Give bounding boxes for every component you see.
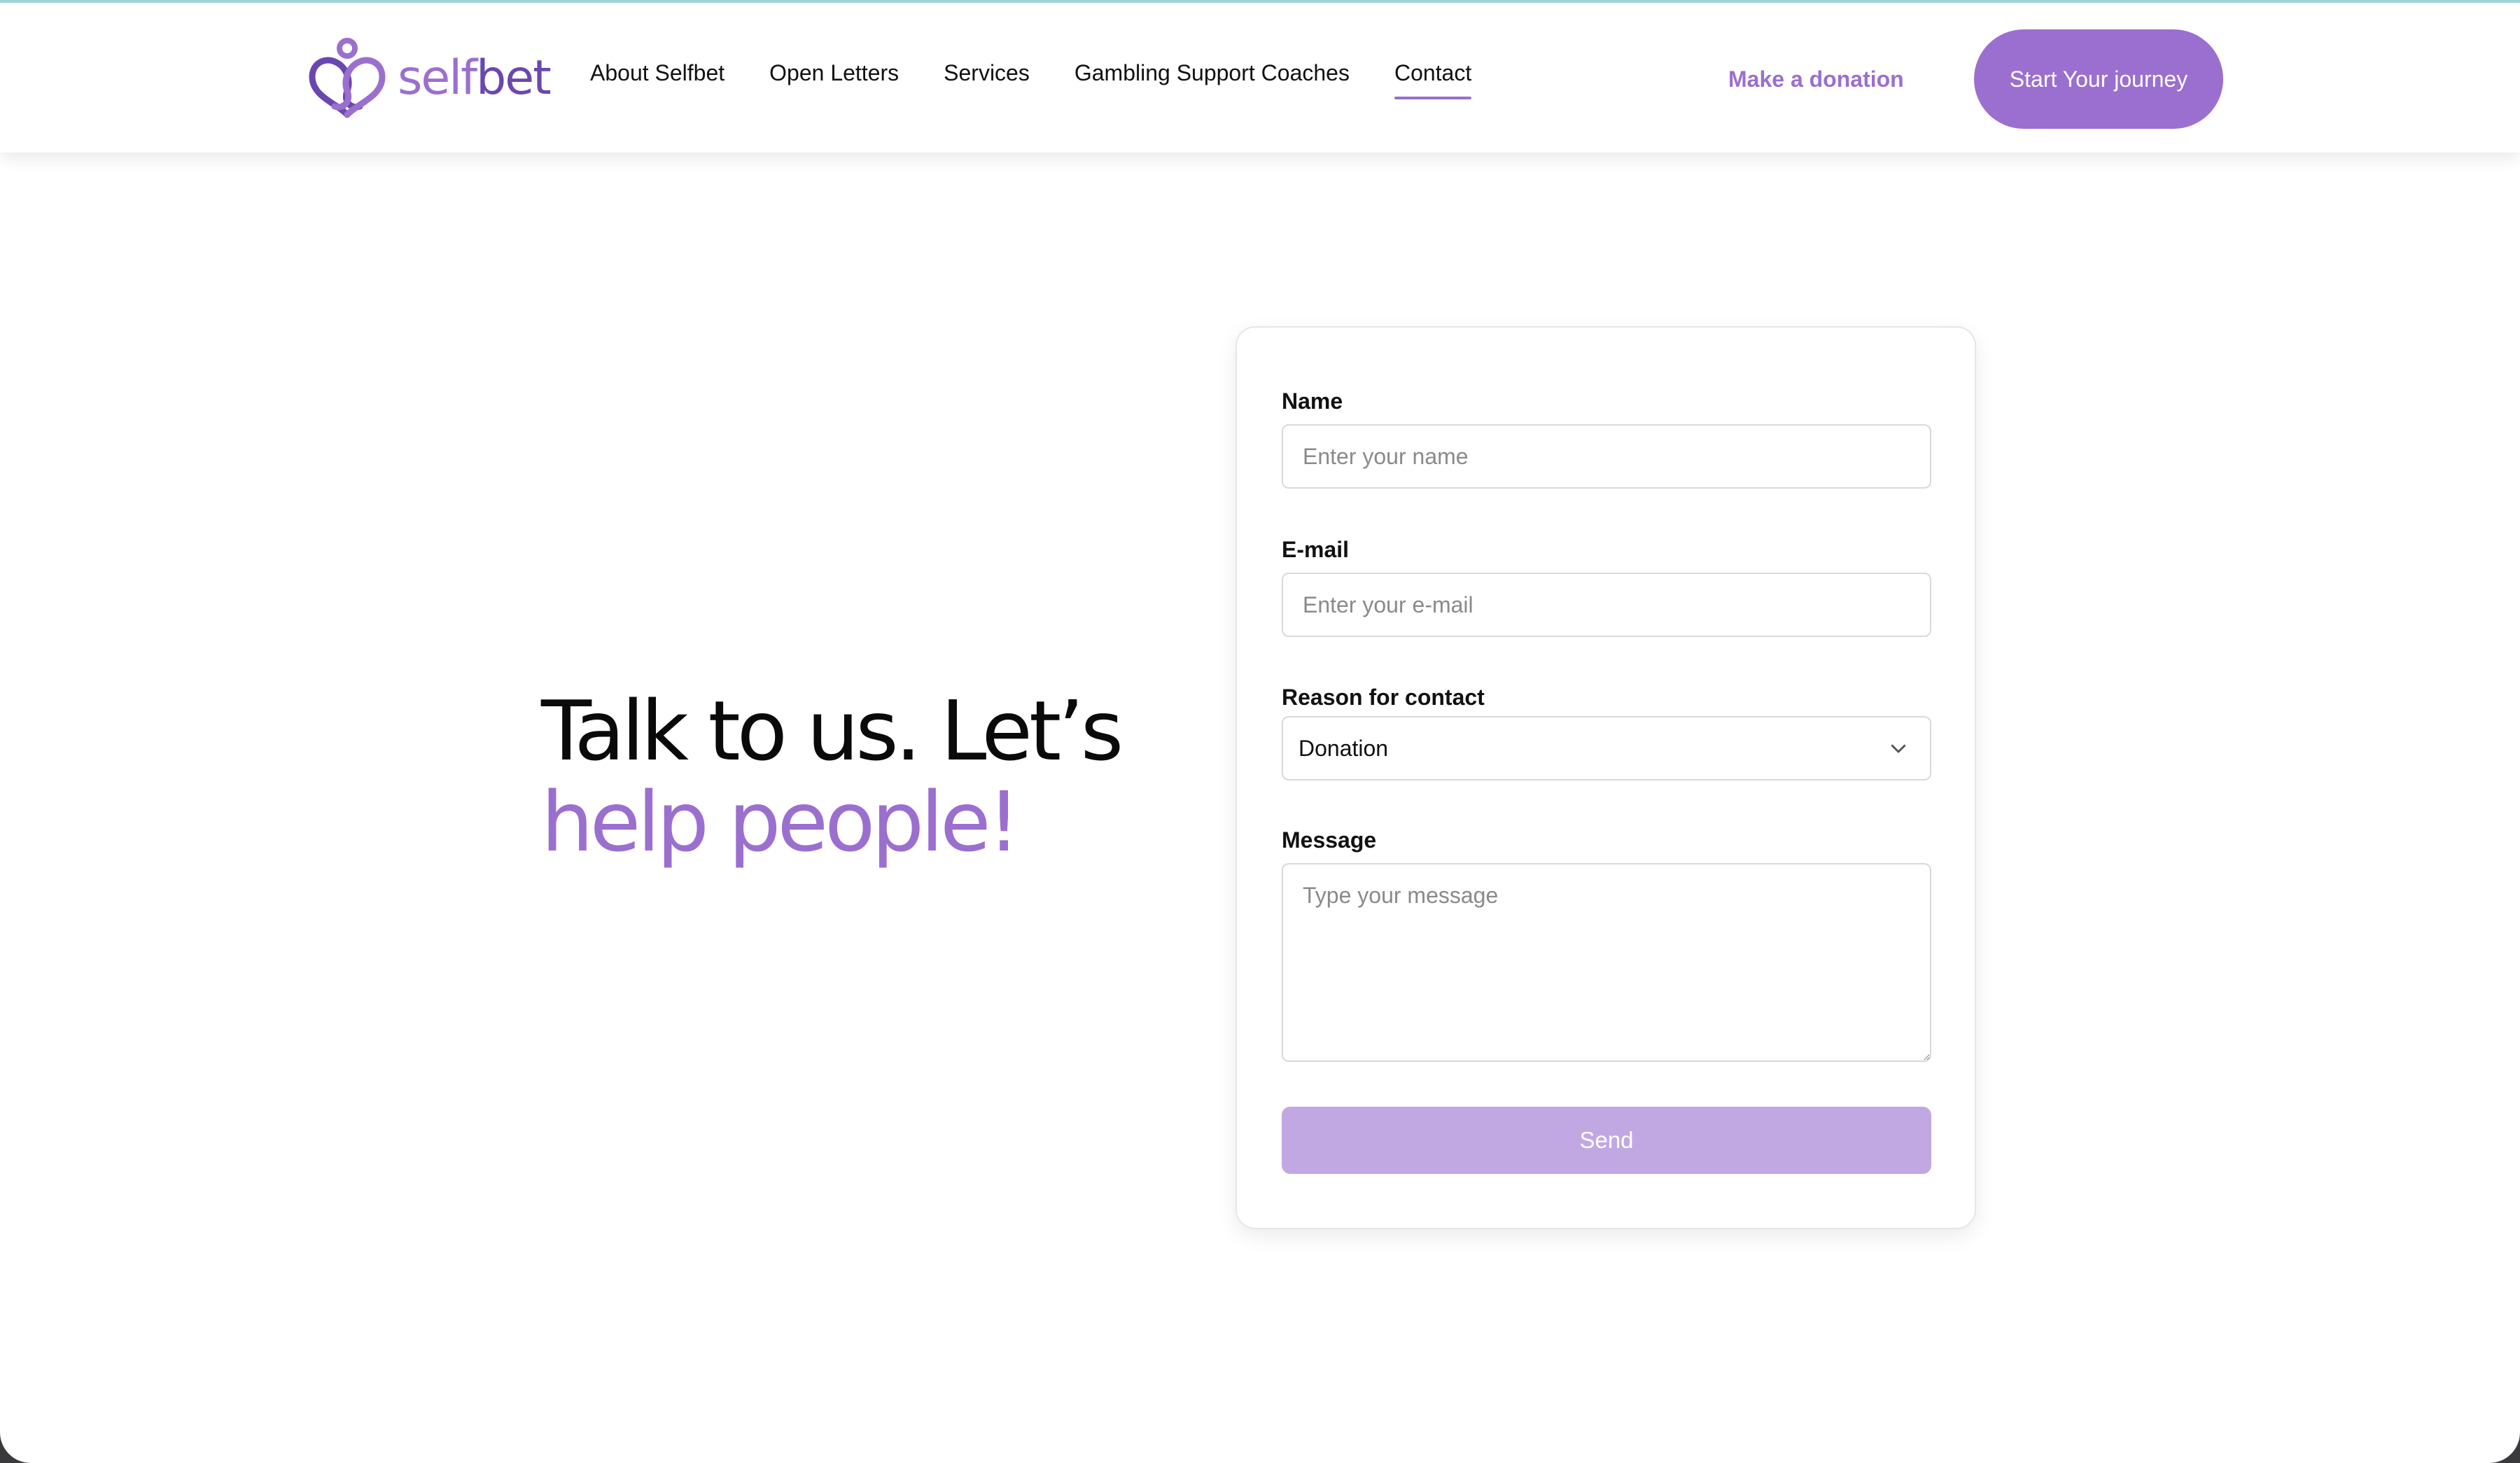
email-input[interactable]: [1282, 573, 1931, 637]
reason-label: Reason for contact: [1282, 685, 1485, 710]
selfbet-heart-logo-icon: [309, 38, 386, 118]
start-journey-button[interactable]: Start Your journey: [1974, 29, 2223, 129]
hero-line-2: help people!: [541, 774, 1021, 870]
logo-wordmark: selfbet: [398, 50, 552, 106]
reason-selected-value: Donation: [1298, 735, 1389, 761]
nav-contact[interactable]: Contact: [1394, 59, 1472, 99]
nav-about-selfbet[interactable]: About Selfbet: [590, 59, 724, 99]
selfbet-logo[interactable]: selfbet: [308, 36, 552, 120]
message-label: Message: [1282, 827, 1377, 853]
message-textarea[interactable]: [1282, 863, 1931, 1062]
send-button[interactable]: Send: [1282, 1107, 1931, 1174]
contact-form-card: Name E-mail Reason for contact Donation …: [1236, 326, 1976, 1229]
site-header: selfbet About Selfbet Open Letters Servi…: [0, 3, 2520, 153]
reason-select[interactable]: Donation: [1282, 716, 1931, 780]
email-label: E-mail: [1282, 537, 1350, 562]
name-label: Name: [1282, 388, 1343, 414]
name-input[interactable]: [1282, 424, 1931, 489]
nav-services[interactable]: Services: [944, 59, 1030, 99]
hero-heading: Talk to us. Let’s help people!: [541, 682, 1124, 870]
make-donation-link[interactable]: Make a donation: [1728, 65, 1904, 93]
main-nav: About Selfbet Open Letters Services Gamb…: [590, 59, 1516, 99]
nav-gambling-support-coaches[interactable]: Gambling Support Coaches: [1074, 59, 1350, 99]
nav-open-letters[interactable]: Open Letters: [769, 59, 899, 99]
hero-line-1: Talk to us. Let’s: [541, 682, 1124, 779]
chevron-down-icon: [1891, 744, 1906, 753]
browser-viewport: selfbet About Selfbet Open Letters Servi…: [0, 0, 2520, 1463]
